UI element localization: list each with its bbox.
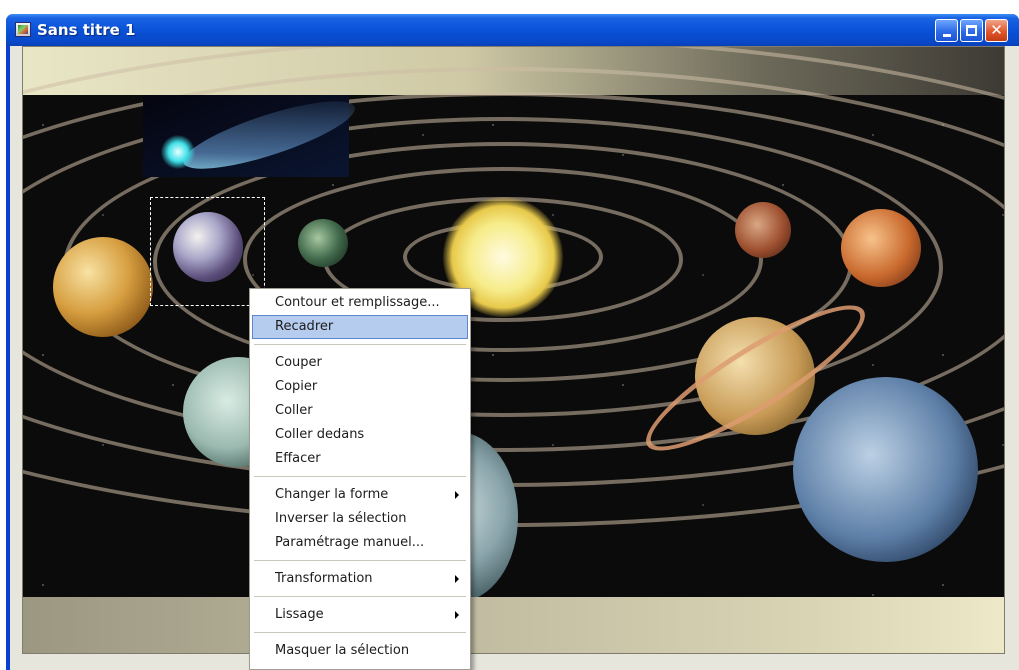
menu-item-changer-forme[interactable]: Changer la forme xyxy=(252,483,468,507)
menu-item-couper[interactable]: Couper xyxy=(252,351,468,375)
menu-item-masquer-selection[interactable]: Masquer la sélection xyxy=(252,639,468,663)
menu-separator xyxy=(254,560,466,561)
menu-item-coller[interactable]: Coller xyxy=(252,399,468,423)
menu-separator xyxy=(254,632,466,633)
menu-item-coller-dedans[interactable]: Coller dedans xyxy=(252,423,468,447)
app-icon[interactable] xyxy=(15,22,31,37)
menu-item-effacer[interactable]: Effacer xyxy=(252,447,468,471)
planet-green xyxy=(298,219,348,267)
dashed-selection[interactable] xyxy=(150,197,265,306)
menu-separator xyxy=(254,344,466,345)
minimize-button[interactable] xyxy=(935,19,958,42)
window-title: Sans titre 1 xyxy=(37,21,136,39)
close-button[interactable]: ✕ xyxy=(985,19,1008,42)
planet-orange xyxy=(841,209,921,287)
comet-tail xyxy=(177,88,361,182)
menu-item-label: Lissage xyxy=(275,607,324,622)
comet-image xyxy=(143,88,361,182)
menu-item-copier[interactable]: Copier xyxy=(252,375,468,399)
submenu-arrow-icon xyxy=(455,611,459,619)
close-icon: ✕ xyxy=(990,21,1003,39)
submenu-arrow-icon xyxy=(455,491,459,499)
minimize-icon xyxy=(942,33,951,37)
menu-item-label: Changer la forme xyxy=(275,487,389,502)
menu-item-contour-remplissage[interactable]: Contour et remplissage... xyxy=(252,291,468,315)
context-menu: Contour et remplissage... Recadrer Coupe… xyxy=(249,288,471,670)
menu-item-parametrage-manuel[interactable]: Paramétrage manuel... xyxy=(252,531,468,555)
maximize-icon xyxy=(966,25,977,36)
menu-item-lissage[interactable]: Lissage xyxy=(252,603,468,627)
menu-item-transformation[interactable]: Transformation xyxy=(252,567,468,591)
submenu-arrow-icon xyxy=(455,575,459,583)
image-bottom-band xyxy=(23,597,1004,653)
comet-head xyxy=(161,135,195,169)
planet-blue-giant xyxy=(793,377,978,562)
menu-item-inverser-selection[interactable]: Inverser la sélection xyxy=(252,507,468,531)
menu-item-label: Transformation xyxy=(275,571,373,586)
menu-separator xyxy=(254,596,466,597)
planet-jupiter xyxy=(53,237,153,337)
title-bar[interactable]: Sans titre 1 ✕ xyxy=(6,14,1019,46)
planet-mars xyxy=(735,202,791,258)
solar-system-image[interactable] xyxy=(22,46,1005,654)
menu-item-recadrer[interactable]: Recadrer xyxy=(252,315,468,339)
maximize-button[interactable] xyxy=(960,19,983,42)
menu-separator xyxy=(254,476,466,477)
